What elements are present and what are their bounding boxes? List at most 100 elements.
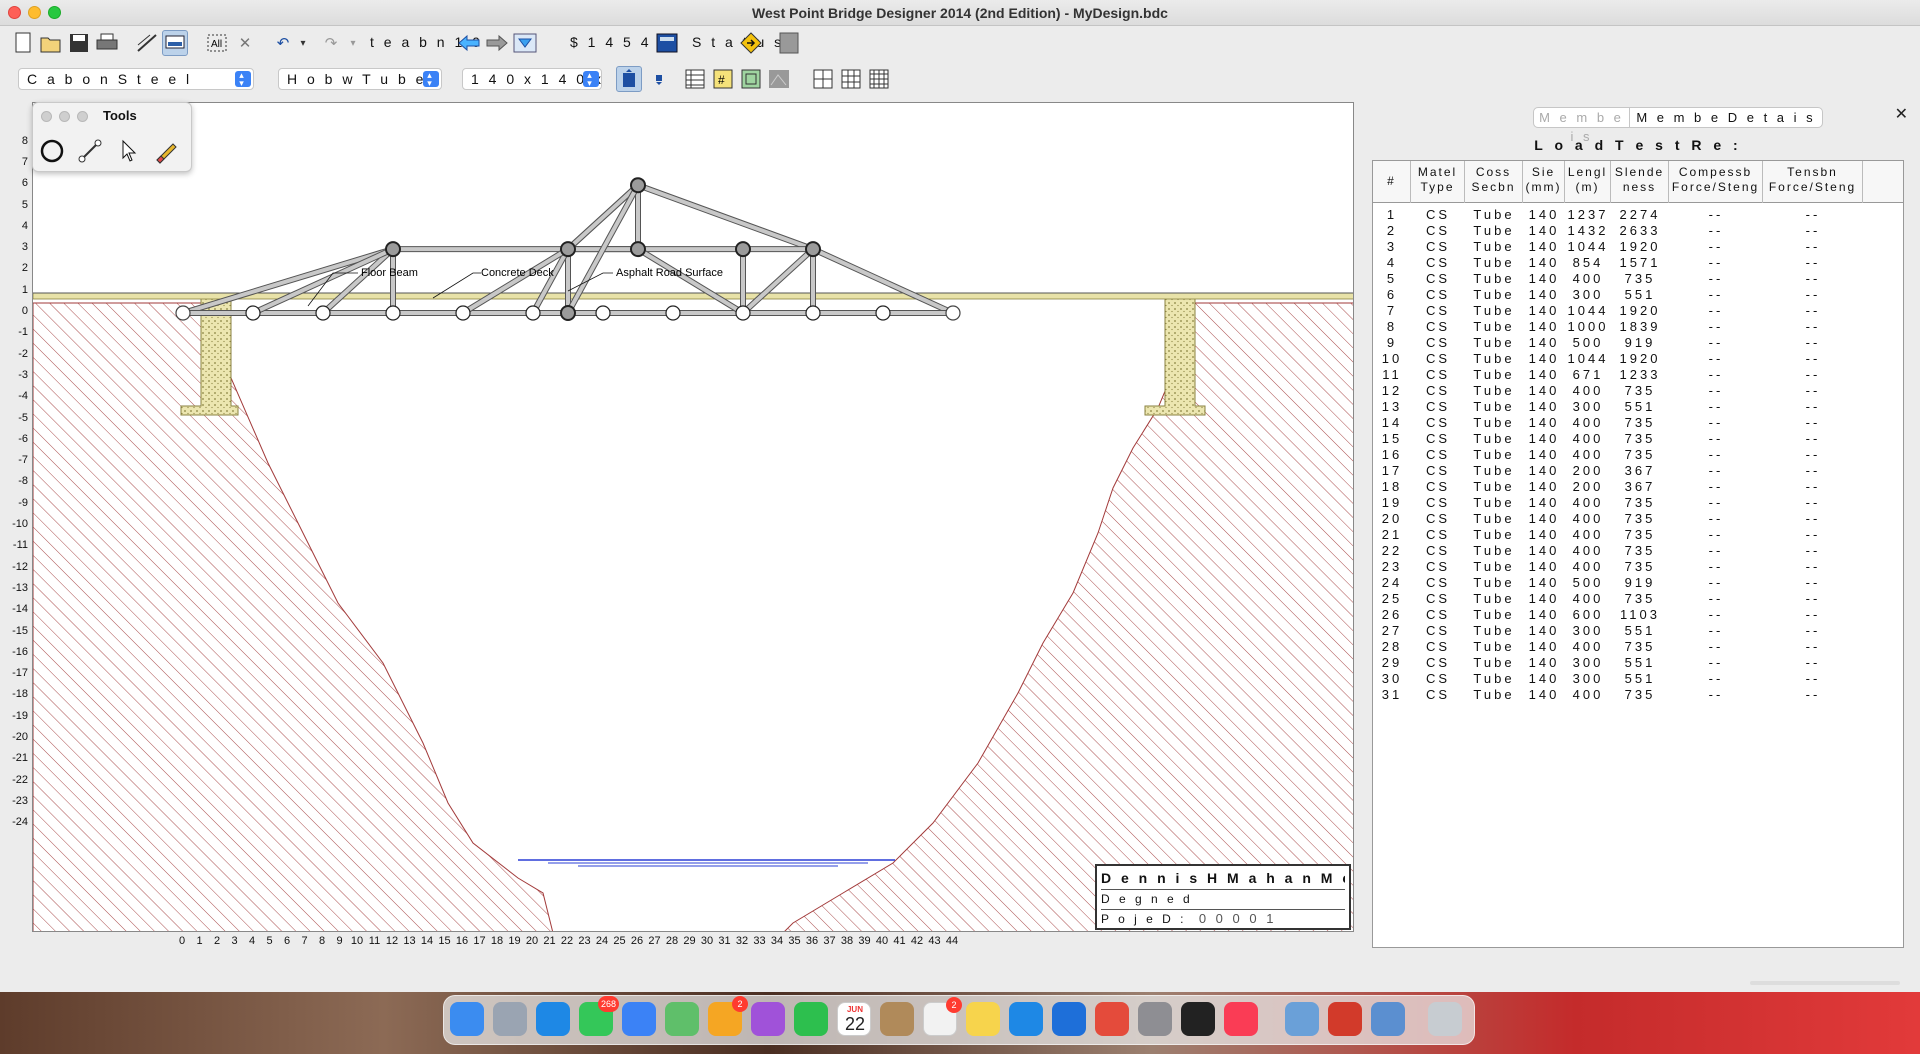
- save-icon[interactable]: [66, 30, 92, 56]
- new-document-icon[interactable]: [10, 30, 36, 56]
- truss-joint[interactable]: [665, 305, 681, 321]
- joint-tool-icon[interactable]: [37, 137, 67, 165]
- member-list-icon[interactable]: [682, 66, 708, 92]
- select-all-icon[interactable]: All: [204, 30, 230, 56]
- app-store-icon[interactable]: [1009, 1002, 1043, 1036]
- column-header[interactable]: Compessb Force/Steng: [1669, 161, 1763, 203]
- facetime-icon[interactable]: [794, 1002, 828, 1036]
- table-row[interactable]: 5 CS Tube 140 400 735 -- --: [1373, 271, 1903, 287]
- truss-joint[interactable]: [630, 241, 646, 258]
- palette-minimize-button[interactable]: [59, 111, 70, 122]
- column-header[interactable]: Slende ness: [1611, 161, 1669, 203]
- table-row[interactable]: 26 CS Tube 140 600 1103 -- --: [1373, 607, 1903, 623]
- truss-joint[interactable]: [385, 305, 401, 321]
- template-icon[interactable]: [766, 66, 792, 92]
- truss-joint[interactable]: [805, 241, 821, 258]
- bridge-drawing[interactable]: Floor Beam Concrete Deck Asphalt Road Su…: [33, 103, 1354, 932]
- member-numbers-icon[interactable]: #: [710, 66, 736, 92]
- table-row[interactable]: 4 CS Tube 140 854 1571 -- --: [1373, 255, 1903, 271]
- status-warning-icon[interactable]: [738, 30, 764, 56]
- table-row[interactable]: 30 CS Tube 140 300 551 -- --: [1373, 671, 1903, 687]
- column-header[interactable]: #: [1373, 161, 1411, 203]
- truss-joint[interactable]: [630, 177, 646, 194]
- truss-member[interactable]: [637, 183, 814, 251]
- truss-joint[interactable]: [315, 305, 331, 321]
- iteration-forward-icon[interactable]: [484, 30, 510, 56]
- table-row[interactable]: 29 CS Tube 140 300 551 -- --: [1373, 655, 1903, 671]
- palette-zoom-button[interactable]: [77, 111, 88, 122]
- contacts-icon[interactable]: [880, 1002, 914, 1036]
- joint-grid-icon[interactable]: [738, 66, 764, 92]
- draw-mode-icon[interactable]: [134, 30, 160, 56]
- truss-joint[interactable]: [560, 305, 576, 321]
- maps-icon[interactable]: [665, 1002, 699, 1036]
- table-row[interactable]: 31 CS Tube 140 400 735 -- --: [1373, 687, 1903, 703]
- system-settings-icon[interactable]: [1138, 1002, 1172, 1036]
- table-row[interactable]: 2 CS Tube 140 1432 2633 -- --: [1373, 223, 1903, 239]
- decrease-size-icon[interactable]: [646, 66, 672, 92]
- table-row[interactable]: 24 CS Tube 140 500 919 -- --: [1373, 575, 1903, 591]
- ccleaner-icon[interactable]: [1052, 1002, 1086, 1036]
- horizontal-scrollbar[interactable]: [1750, 981, 1900, 985]
- table-row[interactable]: 8 CS Tube 140 1000 1839 -- --: [1373, 319, 1903, 335]
- table-row[interactable]: 11 CS Tube 140 671 1233 -- --: [1373, 367, 1903, 383]
- photos-icon[interactable]: 2: [708, 996, 748, 1036]
- truss-member[interactable]: [566, 183, 640, 251]
- iteration-browser-icon[interactable]: [512, 30, 538, 56]
- cost-calculator-icon[interactable]: [654, 30, 680, 56]
- truss-member[interactable]: [812, 247, 954, 315]
- section-select[interactable]: H o b w T u b e ▴ ▾: [278, 68, 442, 90]
- truss-joint[interactable]: [560, 241, 576, 258]
- column-header[interactable]: Sie (mm): [1523, 161, 1565, 203]
- truss-member[interactable]: [252, 247, 394, 315]
- column-header[interactable]: Tensbn Force/Steng: [1763, 161, 1863, 203]
- column-header[interactable]: Coss Secbn: [1465, 161, 1523, 203]
- music-icon[interactable]: [1224, 1002, 1258, 1036]
- truss-joint[interactable]: [595, 305, 611, 321]
- panel-close-icon[interactable]: ✕: [1895, 104, 1908, 124]
- table-row[interactable]: 15 CS Tube 140 400 735 -- --: [1373, 431, 1903, 447]
- truss-joint[interactable]: [245, 305, 261, 321]
- truss-member[interactable]: [741, 247, 815, 315]
- table-row[interactable]: 9 CS Tube 140 500 919 -- --: [1373, 335, 1903, 351]
- bridge-designer-icon[interactable]: [1328, 1002, 1362, 1036]
- tab-member-list[interactable]: M e m b e i s: [1534, 108, 1630, 144]
- member-tool-icon[interactable]: [75, 137, 105, 165]
- table-row[interactable]: 28 CS Tube 140 400 735 -- --: [1373, 639, 1903, 655]
- print-icon[interactable]: [94, 30, 120, 56]
- preview-icon[interactable]: [1285, 1002, 1319, 1036]
- tools-palette[interactable]: Tools: [32, 102, 192, 172]
- truss-joint[interactable]: [805, 305, 821, 321]
- table-row[interactable]: 17 CS Tube 140 200 367 -- --: [1373, 463, 1903, 479]
- increase-size-icon[interactable]: [616, 66, 642, 92]
- table-row[interactable]: 1 CS Tube 140 1237 2274 -- --: [1373, 207, 1903, 223]
- truss-joint[interactable]: [875, 305, 891, 321]
- mail-icon[interactable]: [622, 1002, 656, 1036]
- redo-dropdown-icon[interactable]: ▾: [340, 30, 366, 56]
- delete-icon[interactable]: ✕: [232, 30, 258, 56]
- table-row[interactable]: 16 CS Tube 140 400 735 -- --: [1373, 447, 1903, 463]
- truss-joint[interactable]: [735, 241, 751, 258]
- table-row[interactable]: 14 CS Tube 140 400 735 -- --: [1373, 415, 1903, 431]
- truss-joint[interactable]: [175, 305, 191, 321]
- truss-joint[interactable]: [945, 305, 961, 321]
- column-header[interactable]: Matel Type: [1411, 161, 1465, 203]
- table-row[interactable]: 23 CS Tube 140 400 735 -- --: [1373, 559, 1903, 575]
- table-row[interactable]: 22 CS Tube 140 400 735 -- --: [1373, 543, 1903, 559]
- drawing-board[interactable]: Floor Beam Concrete Deck Asphalt Road Su…: [32, 102, 1354, 932]
- medium-grid-icon[interactable]: [838, 66, 864, 92]
- table-row[interactable]: 10 CS Tube 140 1044 1920 -- --: [1373, 351, 1903, 367]
- messages-icon[interactable]: 268: [579, 996, 619, 1036]
- podcasts-icon[interactable]: [751, 1002, 785, 1036]
- member-table[interactable]: # Matel Type Coss Secbn Sie (mm) Lengl (m) Sl…: [1372, 160, 1904, 948]
- material-select[interactable]: C a b o n S t e e l ▴ ▾: [18, 68, 254, 90]
- image-viewer-icon[interactable]: [1371, 1002, 1405, 1036]
- size-select[interactable]: 1 4 0 x 1 4 0 x ▴ ▾: [462, 68, 602, 90]
- iteration-back-icon[interactable]: [456, 30, 482, 56]
- table-row[interactable]: 27 CS Tube 140 300 551 -- --: [1373, 623, 1903, 639]
- open-folder-icon[interactable]: [38, 30, 64, 56]
- table-row[interactable]: 12 CS Tube 140 400 735 -- --: [1373, 383, 1903, 399]
- load-test-mode-icon[interactable]: [162, 30, 188, 56]
- trash-icon[interactable]: [1428, 1002, 1462, 1036]
- finder-icon[interactable]: [450, 1002, 484, 1036]
